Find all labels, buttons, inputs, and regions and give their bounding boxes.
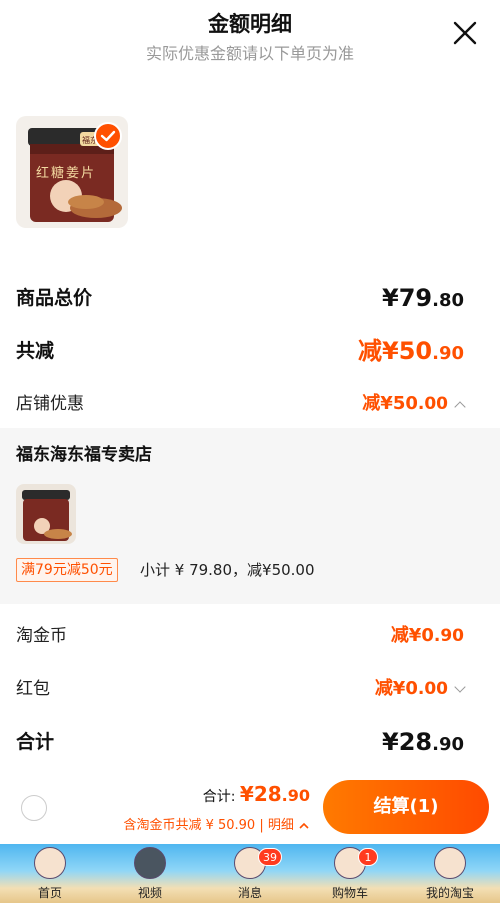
total-reduce-row: 共减 减¥50.90 [16, 333, 464, 369]
page-title: 金额明细 [208, 12, 292, 36]
goods-total-label: 商品总价 [16, 287, 93, 309]
redpack-value[interactable]: 减¥0.00 [374, 671, 466, 707]
sum-value: ¥28.90 [382, 724, 464, 763]
tab-cart[interactable]: 1 购物车 [300, 844, 400, 903]
selected-check-badge[interactable] [94, 122, 122, 150]
goods-total-fen: .80 [432, 290, 464, 311]
my-taobao-avatar-icon [434, 847, 466, 879]
product-thumb-text: 红糖姜片 [36, 166, 97, 181]
coin-value: 减¥0.90 [391, 618, 464, 654]
tab-my-taobao[interactable]: 我的淘宝 [400, 844, 500, 903]
goods-total-row: 商品总价 ¥79.80 [16, 280, 464, 316]
sum-label: 合计 [16, 731, 55, 753]
tab-messages-label: 消息 [237, 886, 262, 900]
header: 金额明细 实际优惠金额请以下单页为准 [0, 0, 500, 80]
video-icon [134, 847, 166, 879]
promo-tag: 满79元减50元 [16, 558, 118, 582]
redpack-fen: .00 [417, 679, 448, 699]
shop-subtotal-detail: 小计 ¥ 79.80，减¥50.00 [140, 561, 315, 579]
home-avatar-icon [34, 847, 66, 879]
shop-product-image[interactable] [16, 484, 76, 544]
shop-discount-fen: .00 [417, 394, 448, 414]
footer-total-yuan: ¥28 [239, 782, 282, 806]
goods-total-value: ¥79.80 [382, 280, 464, 319]
redpack-row[interactable]: 红包 减¥0.00 [16, 671, 466, 707]
tab-video-label: 视频 [137, 886, 162, 900]
shop-discount-panel: 福东海东福专卖店 满79元减50元 小计 ¥ 79.80，减¥50.00 [0, 428, 500, 604]
tab-messages[interactable]: 39 消息 [200, 844, 300, 903]
coin-yuan: 减¥0 [390, 625, 434, 646]
checkout-button[interactable]: 结算(1) [323, 780, 489, 834]
total-reduce-fen: .90 [432, 343, 464, 364]
coin-label: 淘金币 [16, 626, 67, 646]
cart-badge: 1 [358, 848, 378, 866]
footer-total-label: 合计: [202, 789, 240, 805]
shop-product-jar-illustration [22, 490, 72, 541]
tab-cart-label: 购物车 [331, 886, 368, 900]
redpack-label: 红包 [16, 679, 50, 699]
close-button[interactable] [452, 20, 478, 46]
select-all-radio[interactable] [21, 795, 47, 821]
total-reduce-label: 共减 [16, 340, 55, 362]
bottom-tab-bar: 首页 视频 39 消息 1 购物车 我的淘宝 [0, 844, 500, 903]
shop-discount-yuan: 减¥50 [362, 393, 418, 414]
sum-row: 合计 ¥28.90 [16, 724, 464, 760]
footer-total-fen: .90 [281, 786, 310, 805]
page-subtitle: 实际优惠金额请以下单页为准 [145, 44, 354, 63]
tab-video[interactable]: 视频 [100, 844, 200, 903]
tab-my-taobao-label: 我的淘宝 [425, 886, 474, 900]
tab-home[interactable]: 首页 [0, 844, 100, 903]
goods-total-yuan: ¥79 [382, 284, 433, 312]
footer-detail-link[interactable]: 含淘金币共减 ¥ 50.90 | 明细 [123, 814, 310, 833]
coin-fen: .90 [433, 626, 464, 646]
shop-discount-label: 店铺优惠 [16, 394, 84, 414]
messages-badge: 39 [258, 848, 282, 866]
check-icon [100, 130, 116, 142]
total-reduce-value: 减¥50.90 [358, 333, 464, 372]
sum-fen: .90 [432, 734, 464, 755]
chevron-down-icon [454, 680, 466, 693]
footer-total: 合计: ¥28.90 [203, 782, 310, 806]
chevron-up-icon [454, 400, 466, 413]
coin-row: 淘金币 减¥0.90 [16, 618, 464, 654]
sum-yuan: ¥28 [382, 728, 433, 756]
redpack-yuan: 减¥0 [374, 678, 418, 699]
tab-home-label: 首页 [37, 886, 62, 900]
checkout-bar: 合计: ¥28.90 含淘金币共减 ¥ 50.90 | 明细 结算(1) [0, 772, 500, 844]
shop-discount-row[interactable]: 店铺优惠 减¥50.00 [16, 386, 466, 422]
footer-detail-text: 含淘金币共减 ¥ 50.90 | 明细 [123, 818, 294, 833]
shop-name[interactable]: 福东海东福专卖店 [16, 440, 152, 465]
shop-discount-value[interactable]: 减¥50.00 [362, 386, 466, 422]
total-reduce-yuan: 减¥50 [358, 337, 433, 365]
close-icon [453, 21, 477, 45]
chevron-up-icon [299, 822, 309, 829]
